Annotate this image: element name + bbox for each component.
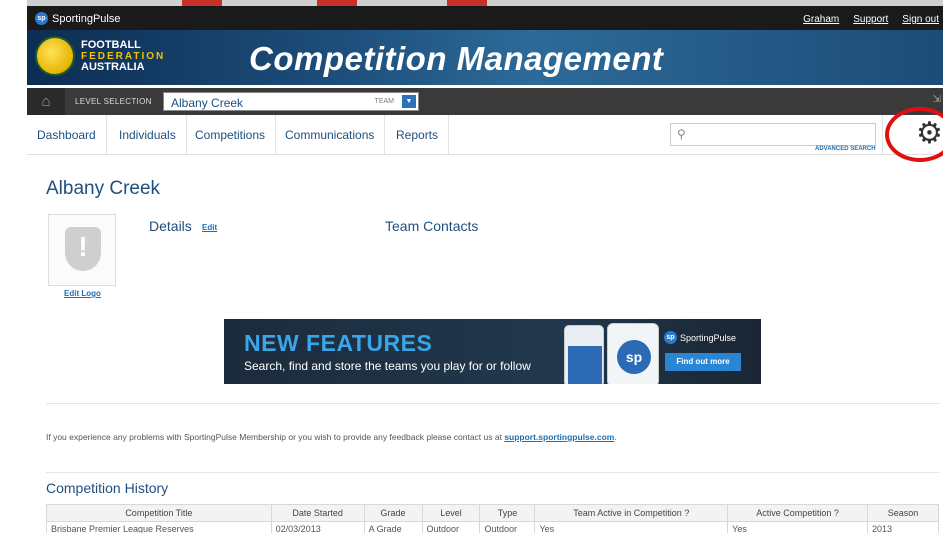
col-level[interactable]: Level (421, 504, 481, 522)
ffa-logo[interactable]: FOOTBALL FEDERATION AUSTRALIA (35, 36, 165, 76)
level-selection-bar: ⌂ LEVEL SELECTION Albany Creek TEAM ▼ ⇲ (27, 88, 943, 115)
expand-icon[interactable]: ⇲ (933, 94, 941, 105)
advanced-search-link[interactable]: ADVANCED SEARCH (815, 146, 876, 152)
cell-type: Outdoor (479, 521, 536, 533)
table-header-row: Competition Title Date Started Grade Lev… (46, 504, 940, 522)
divider (46, 472, 939, 473)
ffa-wordmark: FOOTBALL FEDERATION AUSTRALIA (81, 38, 166, 73)
cell-grade: A Grade (363, 521, 423, 533)
home-button[interactable]: ⌂ (27, 88, 65, 115)
banner-brand: sp SportingPulse (664, 331, 736, 344)
team-logo: ! (48, 214, 116, 286)
nav-competitions[interactable]: Competitions (185, 115, 277, 155)
chevron-down-icon[interactable]: ▼ (402, 95, 416, 108)
col-type[interactable]: Type (479, 504, 536, 522)
page: sp SportingPulse Graham Support Sign out… (0, 0, 943, 533)
edit-logo-link[interactable]: Edit Logo (64, 289, 101, 298)
col-active-competition[interactable]: Active Competition ? (727, 504, 868, 522)
shield-icon: ! (65, 227, 101, 271)
level-select[interactable]: Albany Creek TEAM ▼ (163, 92, 419, 111)
cell-level: Outdoor (421, 521, 481, 533)
browser-stripe (27, 0, 943, 6)
support-email-link[interactable]: support.sportingpulse.com (504, 432, 614, 442)
header-banner: FOOTBALL FEDERATION AUSTRALIA Competitio… (27, 30, 943, 85)
sportingpulse-brand[interactable]: sp SportingPulse (35, 12, 121, 25)
brand-label: SportingPulse (52, 12, 121, 25)
nav-individuals[interactable]: Individuals (109, 115, 187, 155)
col-competition-title[interactable]: Competition Title (46, 504, 272, 522)
search-input[interactable] (693, 126, 871, 143)
table-row[interactable]: Brisbane Premier League Reserves 02/03/2… (46, 521, 940, 533)
banner-subline: Search, find and store the teams you pla… (244, 359, 531, 373)
col-grade[interactable]: Grade (363, 504, 423, 522)
level-select-value: Albany Creek (171, 96, 244, 110)
details-edit-link[interactable]: Edit (202, 223, 217, 232)
sportingpulse-logo-icon: sp (664, 331, 677, 344)
app-title: Competition Management (249, 40, 664, 77)
col-team-active[interactable]: Team Active in Competition ? (534, 504, 729, 522)
cell-date-started: 02/03/2013 (270, 521, 365, 533)
search-box[interactable]: ⚲ (670, 123, 876, 146)
cell-active-competition: Yes (727, 521, 868, 533)
banner-headline: NEW FEATURES (244, 330, 433, 356)
search-icon: ⚲ (677, 127, 686, 141)
page-title: Albany Creek (46, 178, 161, 199)
top-links: Graham Support Sign out (803, 14, 939, 25)
cell-team-active: Yes (534, 521, 729, 533)
sportingpulse-logo-icon: sp (35, 12, 48, 25)
nav-dashboard[interactable]: Dashboard (27, 115, 107, 155)
details-heading: Details (149, 218, 192, 234)
competition-history-title: Competition History (46, 480, 169, 496)
user-link[interactable]: Graham (803, 14, 839, 25)
home-icon: ⌂ (41, 93, 51, 110)
top-bar: sp SportingPulse Graham Support Sign out (27, 0, 943, 30)
nav-communications[interactable]: Communications (275, 115, 386, 155)
team-contacts-heading: Team Contacts (385, 218, 479, 234)
new-features-banner[interactable]: NEW FEATURES Search, find and store the … (224, 319, 761, 384)
level-selection-label: LEVEL SELECTION (75, 97, 152, 106)
ffa-ball-icon (35, 36, 75, 76)
col-season[interactable]: Season (866, 504, 940, 522)
phone-image: sp (607, 323, 659, 384)
support-link[interactable]: Support (853, 14, 888, 25)
banner-phone-logo: sp (617, 340, 651, 374)
cell-season: 2013 (866, 521, 940, 533)
main-nav: Dashboard Individuals Competitions Commu… (27, 115, 943, 155)
feedback-text: If you experience any problems with Spor… (46, 432, 617, 442)
nav-reports[interactable]: Reports (386, 115, 450, 155)
divider (46, 403, 939, 404)
sign-out-link[interactable]: Sign out (902, 14, 939, 25)
phone-image (564, 325, 604, 384)
level-type-label: TEAM (374, 98, 394, 105)
competition-history-table: Competition Title Date Started Grade Lev… (46, 504, 940, 533)
col-date-started[interactable]: Date Started (270, 504, 365, 522)
find-out-more-button[interactable]: Find out more (665, 353, 741, 371)
cell-competition-title[interactable]: Brisbane Premier League Reserves (46, 521, 272, 533)
